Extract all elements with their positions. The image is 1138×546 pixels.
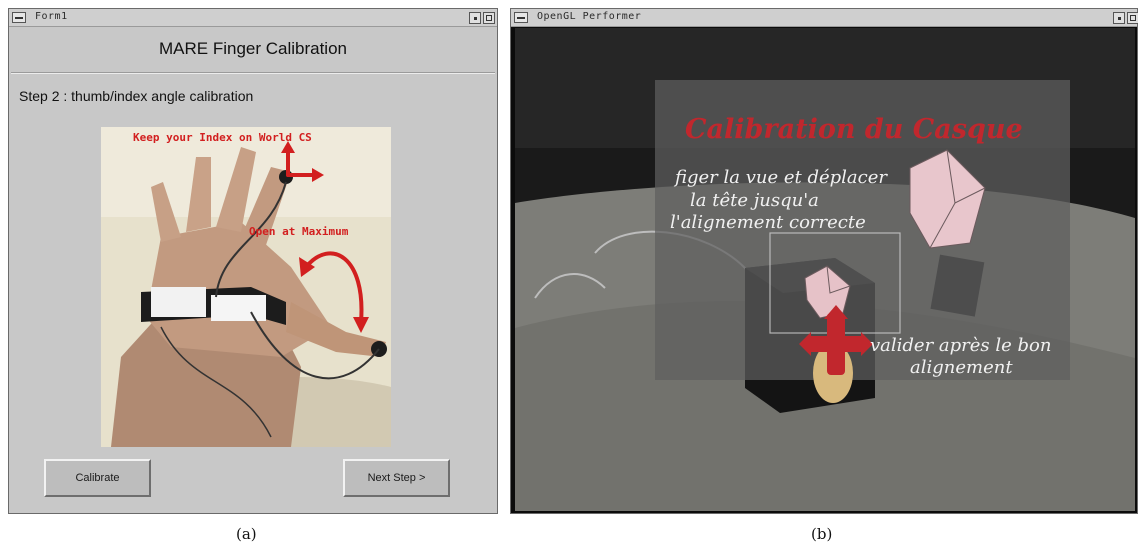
window-title: Form1 <box>35 11 68 22</box>
window-menu-icon[interactable] <box>12 12 26 23</box>
caption-b: (b) <box>811 525 833 543</box>
minimize-icon[interactable] <box>469 12 481 24</box>
title-bar[interactable]: OpenGL Performer <box>511 9 1138 27</box>
caption-a: (a) <box>236 525 257 543</box>
maximize-icon[interactable] <box>483 12 495 24</box>
validate-line: alignement <box>910 357 1013 378</box>
validate-line: valider après le bon <box>870 335 1051 356</box>
form-title: MARE Finger Calibration <box>158 39 347 58</box>
minimize-icon[interactable] <box>1113 12 1125 24</box>
window-title: OpenGL Performer <box>537 11 642 22</box>
instruction-line: la tête jusqu'a <box>690 190 819 211</box>
overlay-instruction-open: Open at Maximum <box>249 225 349 238</box>
title-bar[interactable]: Form1 <box>9 9 497 27</box>
calibrate-button[interactable]: Calibrate <box>44 459 151 497</box>
next-step-button[interactable]: Next Step > <box>343 459 450 497</box>
maximize-icon[interactable] <box>1127 12 1138 24</box>
title-divider <box>11 72 495 74</box>
instruction-line: l'alignement correcte <box>670 212 866 233</box>
ar-scene: Calibration du Casque figer la vue et dé… <box>515 28 1135 511</box>
hand-photo-illustration: Keep your Index on World CS Open at Maxi… <box>101 127 391 447</box>
hand-calibration-photo: Keep your Index on World CS Open at Maxi… <box>101 127 391 447</box>
ar-scene-view[interactable]: Calibration du Casque figer la vue et dé… <box>515 28 1135 511</box>
instruction-line: figer la vue et déplacer <box>673 167 888 188</box>
overlay-instruction-index: Keep your Index on World CS <box>133 131 312 144</box>
opengl-performer-window: OpenGL Performer Calibration du Casque f… <box>510 8 1138 514</box>
step-label: Step 2 : thumb/index angle calibration <box>19 88 254 104</box>
overlay-title: Calibration du Casque <box>685 114 1023 145</box>
window-menu-icon[interactable] <box>514 12 528 23</box>
calibration-form-window: Form1 MARE Finger Calibration Step 2 : t… <box>8 8 498 514</box>
